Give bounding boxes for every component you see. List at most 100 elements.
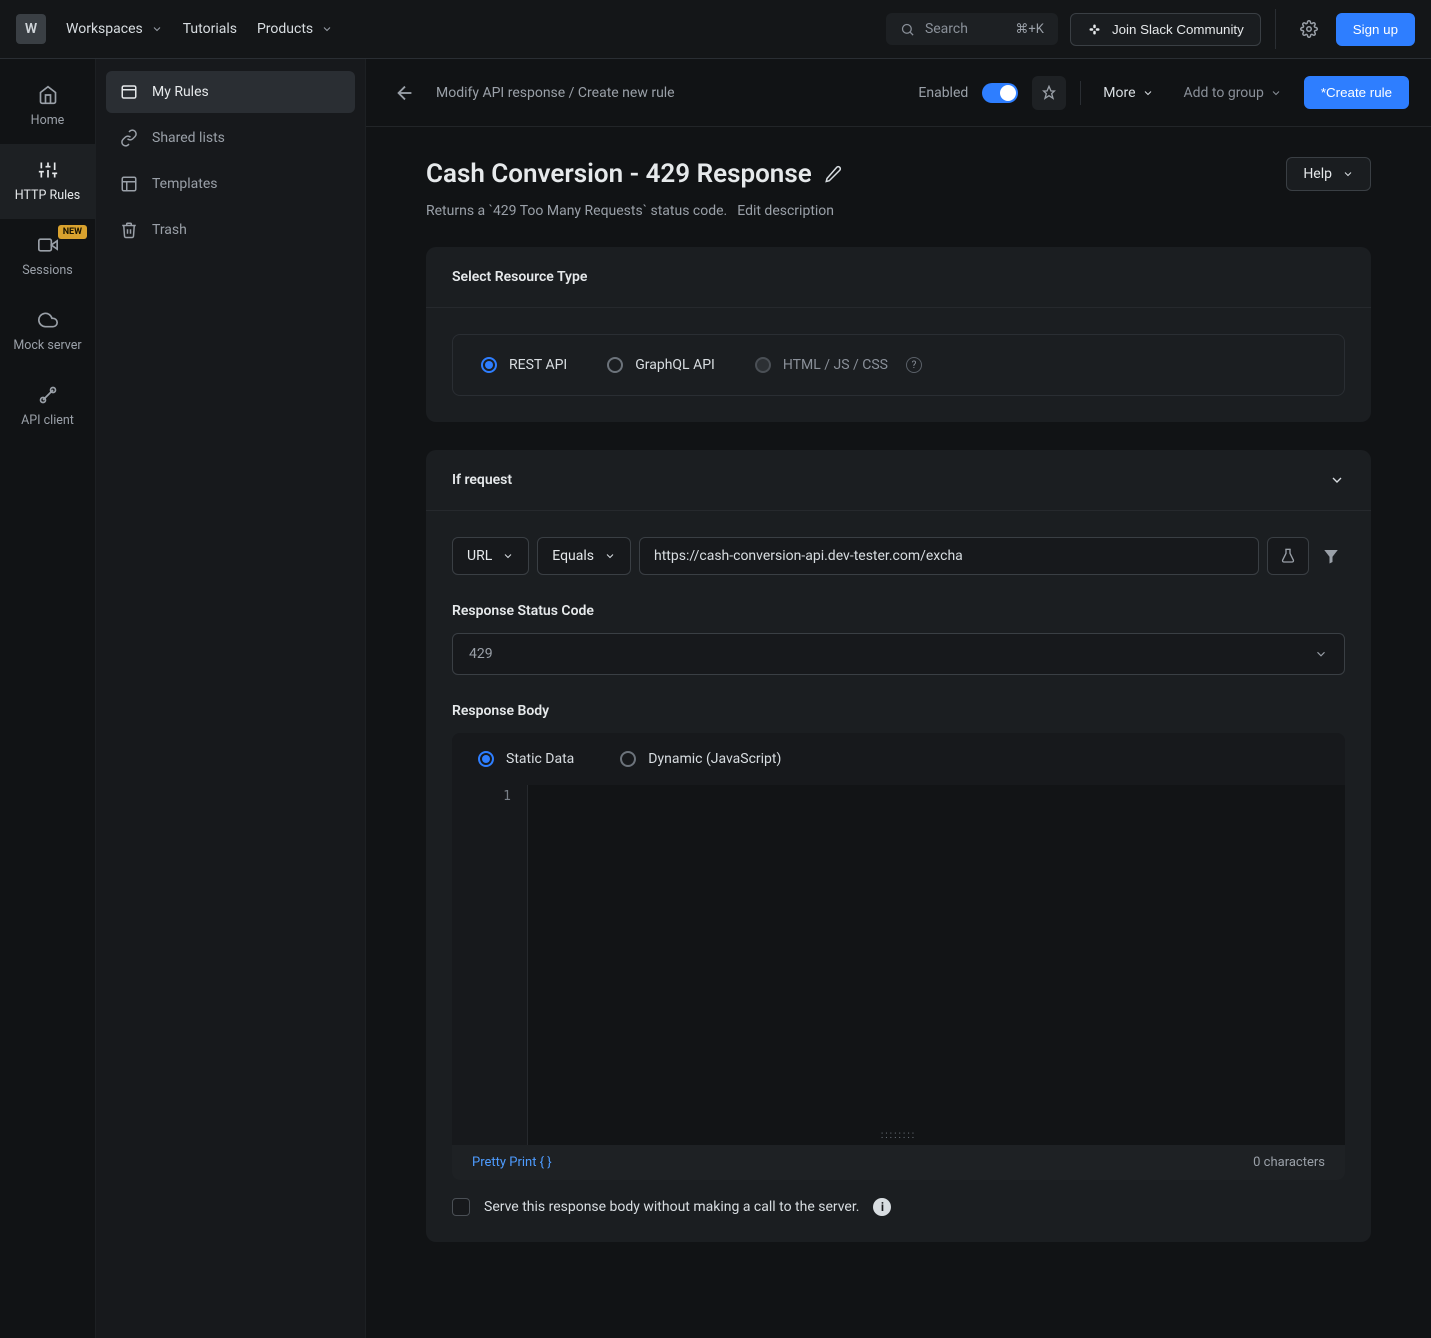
rail-http-rules[interactable]: HTTP Rules (0, 144, 95, 219)
cloud-icon (38, 310, 58, 330)
sidebar-templates[interactable]: Templates (106, 163, 355, 205)
radio-rest-label: REST API (509, 357, 567, 373)
sidebar-trash[interactable]: Trash (106, 209, 355, 251)
settings-button[interactable] (1290, 10, 1328, 48)
enabled-toggle[interactable] (982, 83, 1018, 103)
trash-icon (120, 221, 138, 239)
resource-type-card: Select Resource Type REST API GraphQL AP… (426, 247, 1371, 422)
create-rule-button[interactable]: *Create rule (1304, 76, 1409, 109)
serve-label: Serve this response body without making … (484, 1199, 859, 1215)
divider (1080, 81, 1081, 105)
chevron-down-icon (1329, 472, 1345, 488)
window-icon (120, 83, 138, 101)
pretty-print-button[interactable]: Pretty Print { } (472, 1155, 552, 1170)
breadcrumb: Modify API response / Create new rule (436, 85, 675, 101)
if-request-label: If request (452, 472, 512, 488)
tutorials-label: Tutorials (183, 21, 237, 37)
radio-icon (481, 357, 497, 373)
line-number: 1 (456, 789, 511, 804)
pin-button[interactable] (1032, 76, 1066, 110)
products-menu[interactable]: Products (247, 13, 343, 45)
radio-graphql-label: GraphQL API (635, 357, 715, 373)
pin-icon (1041, 85, 1057, 101)
add-to-group-menu[interactable]: Add to group (1176, 79, 1290, 107)
divider (1275, 9, 1276, 49)
workspaces-menu[interactable]: Workspaces (56, 13, 173, 45)
sliders-icon (38, 160, 58, 180)
join-slack-button[interactable]: Join Slack Community (1070, 13, 1261, 46)
serve-option-row: Serve this response body without making … (452, 1198, 1345, 1216)
flask-icon (1280, 548, 1296, 564)
edit-icon[interactable] (824, 165, 842, 183)
sidebar-my-rules-label: My Rules (152, 84, 209, 100)
back-button[interactable] (388, 76, 422, 110)
sidebar-templates-label: Templates (152, 176, 218, 192)
radio-icon (755, 357, 771, 373)
resource-type-label: Select Resource Type (452, 269, 587, 285)
filter-button[interactable] (1317, 537, 1345, 575)
edit-description-link[interactable]: Edit description (737, 203, 834, 219)
rail-sessions[interactable]: NEW Sessions (0, 219, 95, 294)
topbar: W Workspaces Tutorials Products Search ⌘… (0, 0, 1431, 59)
content: Cash Conversion - 429 Response Help Retu… (366, 127, 1431, 1282)
left-rail: Home HTTP Rules NEW Sessions Mock server… (0, 59, 96, 1338)
test-button[interactable] (1267, 537, 1309, 575)
rail-http-rules-label: HTTP Rules (15, 188, 80, 203)
workspace-avatar[interactable]: W (16, 14, 46, 44)
code-editor[interactable]: 1 :::::::: (452, 785, 1345, 1145)
help-button[interactable]: Help (1286, 157, 1371, 191)
search-shortcut: ⌘+K (1015, 22, 1044, 37)
page-title: Cash Conversion - 429 Response (426, 159, 812, 189)
rail-mock-server[interactable]: Mock server (0, 294, 95, 369)
chevron-down-icon (604, 550, 616, 562)
enabled-label: Enabled (918, 85, 968, 101)
create-rule-label: *Create rule (1321, 85, 1392, 100)
radio-html-js-css: HTML / JS / CSS ? (755, 357, 922, 373)
info-icon[interactable]: i (873, 1198, 891, 1216)
resource-type-heading: Select Resource Type (426, 247, 1371, 308)
rail-api-client[interactable]: API client (0, 369, 95, 444)
rail-mock-server-label: Mock server (13, 338, 81, 353)
rail-home[interactable]: Home (0, 69, 95, 144)
chevron-down-icon (151, 23, 163, 35)
help-label: Help (1303, 166, 1332, 182)
status-code-select[interactable]: 429 (452, 633, 1345, 675)
link-icon (120, 129, 138, 147)
signup-button[interactable]: Sign up (1336, 13, 1415, 46)
join-slack-label: Join Slack Community (1112, 22, 1244, 37)
resize-handle[interactable]: :::::::: (881, 1130, 916, 1141)
help-icon[interactable]: ? (906, 357, 922, 373)
rail-api-client-label: API client (21, 413, 74, 428)
url-input[interactable]: https://cash-conversion-api.dev-tester.c… (639, 537, 1259, 575)
radio-html-label: HTML / JS / CSS (783, 357, 888, 373)
signup-label: Sign up (1353, 22, 1398, 37)
slack-icon (1087, 22, 1102, 37)
collapse-button[interactable] (1329, 472, 1345, 488)
sidebar-my-rules[interactable]: My Rules (106, 71, 355, 113)
sidebar-shared-lists-label: Shared lists (152, 130, 225, 146)
response-body-label: Response Body (452, 703, 1345, 719)
radio-static-data[interactable]: Static Data (478, 751, 574, 767)
search-input[interactable]: Search ⌘+K (886, 13, 1058, 45)
chevron-down-icon (1270, 87, 1282, 99)
if-request-card: If request URL Equals (426, 450, 1371, 1242)
match-type-select[interactable]: Equals (537, 537, 631, 575)
code-text[interactable] (528, 785, 1345, 1145)
radio-graphql-api[interactable]: GraphQL API (607, 357, 715, 373)
filter-icon (1322, 547, 1340, 565)
more-menu[interactable]: More (1095, 79, 1161, 107)
more-label: More (1103, 85, 1135, 101)
url-type-select[interactable]: URL (452, 537, 529, 575)
rail-sessions-label: Sessions (22, 263, 72, 278)
workspaces-label: Workspaces (66, 21, 143, 37)
video-icon (38, 235, 58, 255)
radio-dynamic-label: Dynamic (JavaScript) (648, 751, 781, 767)
serve-checkbox[interactable] (452, 1198, 470, 1216)
radio-rest-api[interactable]: REST API (481, 357, 567, 373)
url-type-label: URL (467, 548, 492, 564)
sidebar-shared-lists[interactable]: Shared lists (106, 117, 355, 159)
sidebar-trash-label: Trash (152, 222, 187, 238)
radio-static-label: Static Data (506, 751, 574, 767)
tutorials-link[interactable]: Tutorials (173, 13, 247, 45)
radio-dynamic-js[interactable]: Dynamic (JavaScript) (620, 751, 781, 767)
